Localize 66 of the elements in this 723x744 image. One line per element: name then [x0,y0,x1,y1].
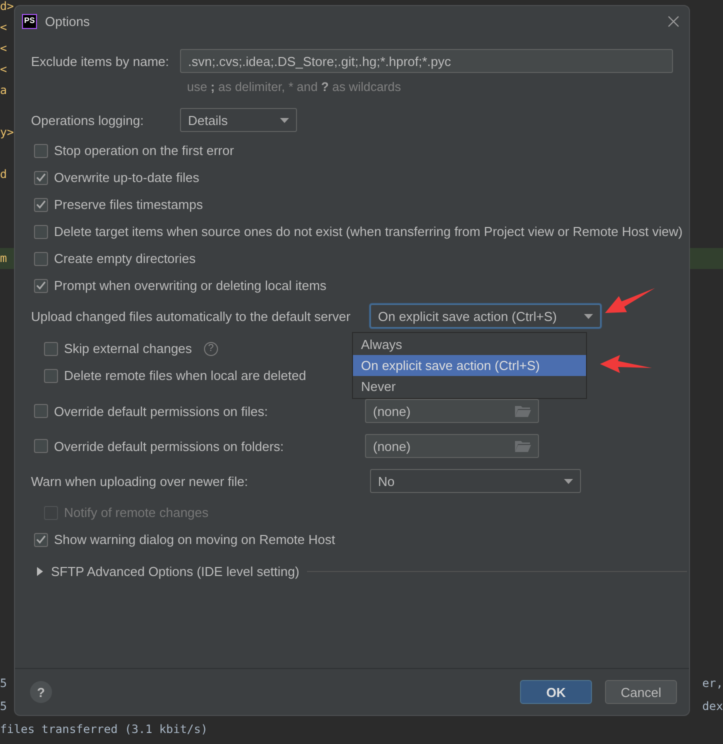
checkbox-label: Delete target items when source ones do not exist (when transferring from Project view or Remote Host view) [54,224,683,239]
checkbox-label: Notify of remote changes [64,505,209,520]
dropdown-caret-icon [584,314,593,318]
code-text: < [0,41,7,55]
console-text: files transferred (3.1 kbit/s) [0,721,208,738]
checkbox-label: Preserve files timestamps [54,197,203,212]
checkbox[interactable] [34,532,48,546]
code-text: d> [0,0,14,13]
window-title: Options [45,14,91,28]
app-icon: PS [22,14,37,28]
code-text: a [0,83,7,97]
checkbox[interactable] [44,342,58,356]
checkbox[interactable] [34,252,48,266]
console-text: 5 [0,698,7,715]
dropdown-caret-icon [564,478,573,484]
console-text: er, [702,675,723,692]
checkbox[interactable] [44,368,58,382]
folder-icon[interactable] [515,405,531,417]
expand-arrow-icon[interactable] [37,566,43,576]
hint-text: use ; as delimiter, * and ? as wildcards [186,80,402,94]
checkbox-label: Overwrite up-to-date files [54,170,200,185]
dropdown[interactable]: On explicit save action (Ctrl+S) [370,304,601,328]
checkbox-label: Create empty directories [54,251,196,266]
checkbox-label: Stop operation on the first error [54,143,234,158]
checkbox-label: Skip external changes [64,341,192,356]
code-text: d [0,167,7,181]
dropdown-caret-icon [280,118,289,122]
console-text: 5 [0,675,7,692]
checkbox[interactable] [34,439,48,453]
folder-icon[interactable] [515,440,531,452]
help-icon[interactable]: ? [204,342,218,356]
input-field[interactable]: (none) [365,399,539,423]
dropdown-option[interactable]: Never [353,376,586,397]
checkbox-label: Delete remote files when local are deleted [64,368,306,383]
help-button[interactable]: ? [30,681,52,703]
checkbox-label: Show warning dialog on moving on Remote Host [54,532,336,547]
checkbox[interactable] [34,144,48,158]
checkbox[interactable] [34,278,48,292]
close-icon[interactable] [668,16,679,26]
checkbox[interactable] [34,170,48,184]
dropdown-option[interactable]: Always [353,334,586,355]
code-text: < [0,20,7,34]
input-field[interactable]: (none) [365,434,539,458]
input-field[interactable]: .svn;.cvs;.idea;.DS_Store;.git;.hg;*.hprof;*.pyc [180,49,673,73]
checkbox-label: Prompt when overwriting or deleting local items [54,278,326,293]
field-label: Operations logging: [31,112,145,128]
code-text: < [0,62,7,76]
code-text: m [0,251,7,265]
checkbox-label: Override default permissions on folders: [54,438,284,454]
field-label: Warn when uploading over newer file: [31,474,250,488]
field-label: Exclude items by name: [31,54,170,68]
section-expander[interactable]: SFTP Advanced Options (IDE level setting) [37,564,300,578]
checkbox-label: Override default permissions on files: [54,404,268,418]
dropdown[interactable]: No [370,469,581,493]
field-label: Upload changed files automatically to the default server [31,308,352,324]
console-text: dex [702,698,723,715]
checkbox[interactable] [34,224,48,238]
code-text: y> [0,125,14,139]
annotation-arrow [605,288,655,313]
annotation-arrow [600,355,652,373]
ok-button[interactable]: OK [520,680,592,704]
checkbox[interactable] [34,198,48,212]
checkbox[interactable] [34,404,48,418]
dropdown-option[interactable]: On explicit save action (Ctrl+S) [353,355,586,376]
cancel-button[interactable]: Cancel [605,680,677,704]
dropdown[interactable]: Details [180,108,297,132]
